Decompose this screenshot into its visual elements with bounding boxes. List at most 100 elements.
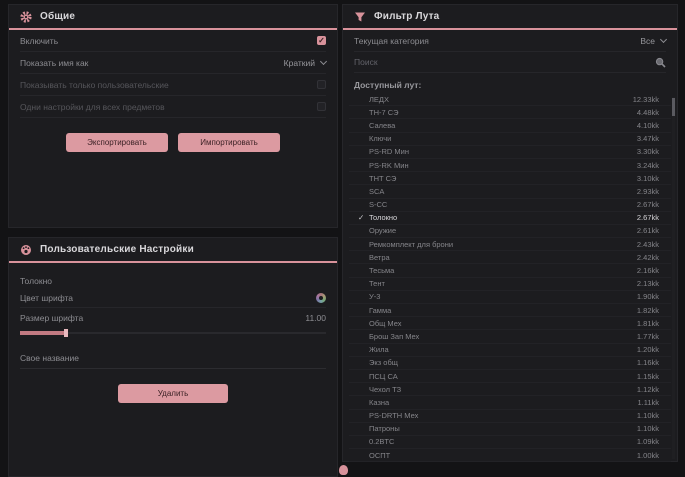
show-name-value: Краткий [284,58,315,68]
import-button[interactable]: Импортировать [178,133,280,152]
loot-list-item[interactable]: PS-RK Мин3.24kk [349,159,671,172]
loot-list-item[interactable]: S-CC2.67kk [349,199,671,212]
loot-item-value: 12.33kk [633,95,659,104]
loot-item-name: Ремкомплект для брони [369,240,637,249]
loot-item-name: ЛЕДХ [369,95,633,104]
loot-panel-header: Фильтр Лута [343,5,677,30]
loot-list-item[interactable]: Жила1.20kk [349,344,671,357]
loot-item-name: Брош Зап Мех [369,332,637,341]
only-custom-row: Показывать только пользовательские [20,74,326,96]
bottom-handle-icon[interactable] [339,465,348,475]
loot-list-item[interactable]: Ключи3.47kk [349,133,671,146]
loot-item-name: Экз общ [369,358,637,367]
loot-item-name: ТНТ СЭ [369,174,637,183]
enable-checkbox[interactable]: ✓ [317,36,326,45]
selected-check-icon: ✓ [358,213,369,222]
loot-list-item[interactable]: ТНТ СЭ3.10kk [349,172,671,185]
loot-list-item[interactable]: Ветра2.42kk [349,251,671,264]
delete-button[interactable]: Удалить [118,384,228,403]
loot-item-name: Салева [369,121,637,130]
slider-thumb[interactable] [64,329,68,337]
only-custom-label: Показывать только пользовательские [20,80,169,90]
search-icon[interactable] [655,57,666,68]
loot-list-item[interactable]: ОСПТ1.00kk [349,449,671,462]
same-settings-checkbox[interactable] [317,102,326,111]
category-value: Все [640,36,655,46]
font-size-slider[interactable] [20,329,326,337]
loot-list-item[interactable]: Тент2.13kk [349,278,671,291]
loot-item-value: 4.48kk [637,108,659,117]
loot-list-item[interactable]: Экз общ1.16kk [349,357,671,370]
loot-item-name: Тент [369,279,637,288]
loot-item-name: Чехол ТЗ [369,385,637,394]
export-import-row: Экспортировать Импортировать [9,133,337,152]
loot-list-scrollbar[interactable] [672,97,675,459]
loot-list-item[interactable]: ✓Толокно2.67kk [349,212,671,225]
custom-name-label: Свое название [20,353,79,363]
loot-item-value: 2.42kk [637,253,659,262]
loot-item-value: 1.15kk [637,372,659,381]
custom-name-row: Свое название [20,347,326,369]
scrollbar-thumb[interactable] [672,98,675,116]
loot-list-item[interactable]: ТН-7 СЭ4.48kk [349,106,671,119]
loot-item-name: У-3 [369,292,637,301]
loot-item-value: 2.67kk [637,213,659,222]
loot-list-item[interactable]: 0.2BTC1.09kk [349,436,671,449]
loot-list-item[interactable]: У-31.90kk [349,291,671,304]
loot-list-item[interactable]: Патроны1.10kk [349,423,671,436]
loot-item-value: 1.90kk [637,292,659,301]
funnel-icon [354,11,366,23]
font-color-row[interactable]: Цвет шрифта [20,289,326,308]
loot-list-item[interactable]: Казна1.11kk [349,396,671,409]
loot-item-name: Казна [369,398,637,407]
loot-list-item[interactable]: Тесьма2.16kk [349,264,671,277]
enable-row: Включить ✓ [20,30,326,52]
loot-list-item[interactable]: Гамма1.82kk [349,304,671,317]
loot-list-item[interactable]: PS-RD Мин3.30kk [349,146,671,159]
loot-item-name: S-CC [369,200,637,209]
loot-item-name: Общ Мех [369,319,637,328]
loot-item-value: 1.10kk [637,424,659,433]
font-size-row: Размер шрифта 11.00 [20,308,326,327]
show-name-select[interactable]: Краткий [284,58,326,68]
loot-item-name: ПСЦ СА [369,372,637,381]
loot-list-item[interactable]: Салева4.10kk [349,119,671,132]
general-settings-panel: Общие Включить ✓ Показать имя как Кратки… [8,4,338,228]
font-size-label: Размер шрифта [20,313,83,323]
loot-list-item[interactable]: ПСЦ СА1.15kk [349,370,671,383]
loot-list-item[interactable]: Общ Мех1.81kk [349,317,671,330]
loot-item-value: 1.82kk [637,306,659,315]
export-button[interactable]: Экспортировать [66,133,168,152]
panel-title: Пользовательские Настройки [40,244,194,255]
loot-item-value: 1.10kk [637,411,659,420]
loot-item-name: SCA [369,187,637,196]
category-select[interactable]: Все [640,36,666,46]
delete-row: Удалить [9,384,337,403]
category-label: Текущая категория [354,36,429,46]
custom-name-input[interactable] [79,347,326,368]
loot-list-item[interactable]: Брош Зап Мех1.77kk [349,330,671,343]
custom-panel-header: Пользовательские Настройки [9,238,337,263]
loot-list-item[interactable]: Ремкомплект для брони2.43kk [349,238,671,251]
loot-item-value: 1.77kk [637,332,659,341]
gear-icon [20,11,32,23]
category-row: Текущая категория Все [354,30,666,52]
loot-list-item[interactable]: Чехол ТЗ1.12kk [349,383,671,396]
palette-icon [20,244,32,256]
loot-list-item[interactable]: ЛЕДХ12.33kk [349,93,671,106]
loot-item-name: Оружие [369,226,637,235]
loot-list-item[interactable]: Оружие2.61kk [349,225,671,238]
font-size-value: 11.00 [305,313,326,323]
color-wheel-icon[interactable] [316,293,326,303]
loot-item-value: 2.43kk [637,240,659,249]
selected-item-name: Толокно [20,276,326,286]
show-name-label: Показать имя как [20,58,88,68]
loot-item-name: Гамма [369,306,637,315]
search-input[interactable] [354,57,655,67]
general-panel-header: Общие [9,5,337,30]
only-custom-checkbox[interactable] [317,80,326,89]
loot-list-item[interactable]: SCA2.93kk [349,185,671,198]
loot-item-name: PS-RK Мин [369,161,637,170]
loot-item-value: 2.13kk [637,279,659,288]
loot-list-item[interactable]: PS-DRTH Мех1.10kk [349,410,671,423]
